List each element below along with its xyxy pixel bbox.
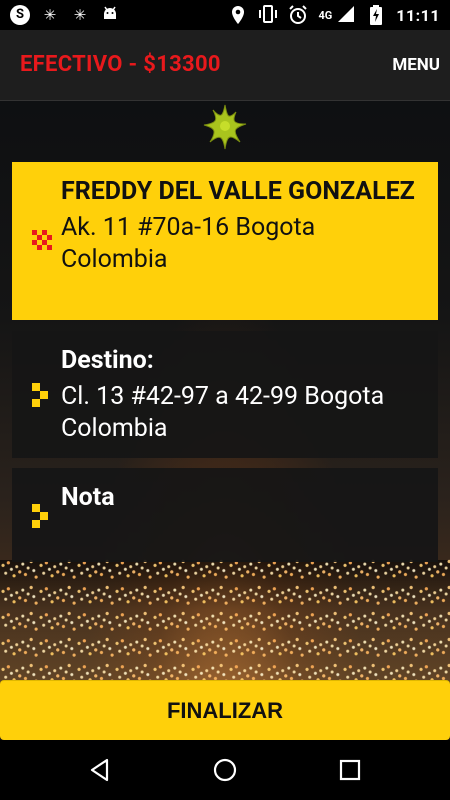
passenger-name: FREDDY DEL VALLE GONZALEZ — [61, 177, 415, 206]
signal-icon — [336, 5, 356, 25]
destination-label: Destino: — [61, 346, 154, 375]
city-lights — [0, 555, 450, 685]
pickup-marker-icon — [32, 230, 52, 250]
network-type-label: 4G — [318, 8, 333, 22]
note-card[interactable]: Nota — [12, 468, 438, 562]
pickup-address: Ak. 11 #70a-16 Bogota Colombia — [61, 213, 316, 274]
destination-card[interactable]: Destino: Cl. 13 #42-97 a 42-99 Bogota Co… — [12, 331, 438, 458]
vibrate-icon — [258, 5, 278, 25]
navigation-bar — [0, 740, 450, 800]
payment-fare-label: EFECTIVO - $13300 — [20, 52, 221, 77]
clock-time: 11:11 — [396, 5, 440, 25]
star-logo-icon — [203, 104, 247, 150]
location-icon — [228, 5, 248, 25]
status-bar: S ✳ ✳ 4G 11:11 — [0, 0, 450, 30]
sparkle-icon: ✳ — [73, 6, 87, 24]
battery-charging-icon — [366, 5, 386, 25]
finalizar-button[interactable]: FINALIZAR — [0, 680, 450, 740]
note-marker-icon — [32, 504, 48, 528]
pickup-card[interactable]: FREDDY DEL VALLE GONZALEZ Ak. 11 #70a-16… — [12, 162, 438, 320]
note-label: Nota — [61, 483, 115, 512]
destination-address: Cl. 13 #42-97 a 42-99 Bogota Colombia — [61, 382, 385, 443]
recents-icon[interactable] — [337, 757, 363, 783]
android-icon — [100, 5, 120, 25]
app-header: EFECTIVO - $13300 MENU — [0, 30, 450, 101]
menu-button[interactable]: MENU — [392, 55, 440, 75]
home-icon[interactable] — [212, 757, 238, 783]
alarm-icon — [288, 5, 308, 25]
skype-icon: S — [10, 5, 30, 25]
sparkle-icon: ✳ — [43, 6, 57, 24]
back-icon[interactable] — [87, 757, 113, 783]
destination-marker-icon — [32, 383, 48, 407]
